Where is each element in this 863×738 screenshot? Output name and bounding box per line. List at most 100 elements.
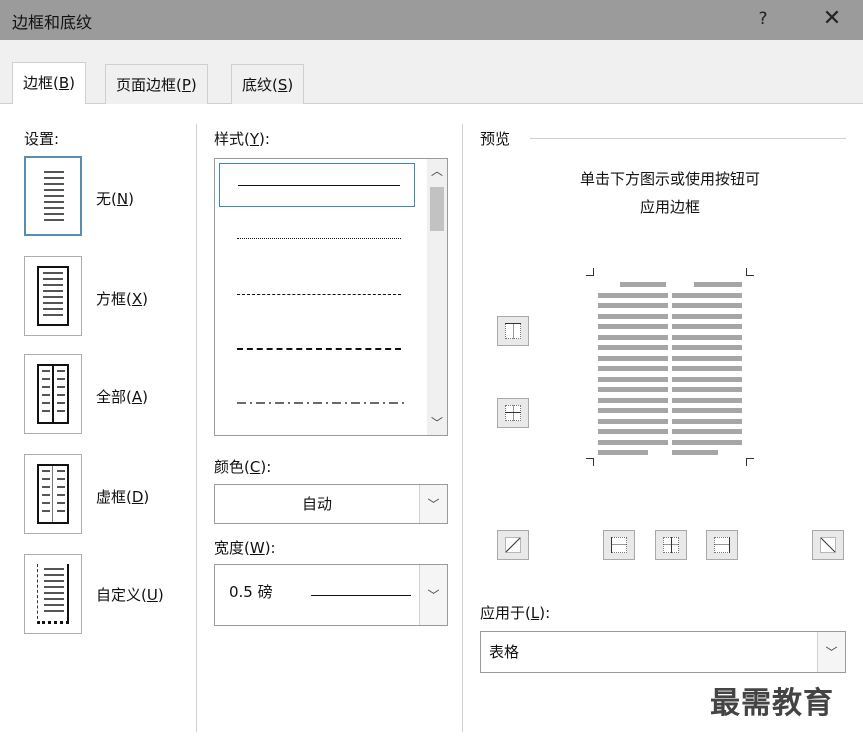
tab-shading[interactable]: 底纹(S) bbox=[231, 64, 305, 104]
line-style-dash-dot[interactable] bbox=[219, 381, 415, 425]
style-heading: 样式(Y): bbox=[214, 130, 270, 148]
tab-label: 边框( bbox=[23, 74, 59, 92]
watermark: 最需教育 bbox=[710, 686, 834, 721]
dropdown-button[interactable]: ﹀ bbox=[419, 565, 447, 625]
preview-text-line bbox=[598, 376, 668, 382]
setting-grid-label[interactable]: 虚框(D) bbox=[96, 486, 149, 507]
chevron-up-icon[interactable]: ︿ bbox=[427, 161, 447, 181]
preview-text-line bbox=[620, 282, 666, 287]
preview-text-line bbox=[672, 418, 742, 424]
preview-heading: 预览 bbox=[480, 130, 511, 148]
preview-text-line bbox=[598, 439, 668, 445]
preview-text-line bbox=[672, 366, 742, 371]
preview-text-line bbox=[672, 324, 742, 329]
preview-text-line bbox=[672, 429, 742, 434]
scroll-thumb[interactable] bbox=[430, 187, 444, 231]
preview-hint-line1: 单击下方图示或使用按钮可 bbox=[579, 170, 760, 188]
preview-text-line bbox=[598, 324, 668, 329]
setting-grid-thumb[interactable] bbox=[24, 454, 82, 534]
close-button[interactable]: ✕ bbox=[815, 4, 849, 34]
preview-text-line bbox=[672, 397, 742, 403]
preview-text-line bbox=[598, 303, 668, 308]
setting-none-thumb[interactable] bbox=[24, 156, 82, 236]
width-heading: 宽度(W): bbox=[214, 539, 276, 557]
preview-text-line bbox=[598, 397, 668, 403]
line-style-small-dash[interactable] bbox=[219, 273, 415, 317]
apply-to-value: 表格 bbox=[489, 643, 520, 661]
setting-box-label[interactable]: 方框(X) bbox=[96, 288, 148, 309]
width-select[interactable]: 0.5 磅 ﹀ bbox=[214, 564, 448, 626]
tab-label-end: ) bbox=[287, 76, 294, 94]
color-select[interactable]: 自动 ﹀ bbox=[214, 484, 448, 524]
preview-text-line bbox=[694, 282, 742, 287]
line-style-solid[interactable] bbox=[219, 163, 415, 207]
preview-group-line bbox=[530, 138, 846, 139]
preview-text-line bbox=[598, 313, 668, 319]
diagonal-down-border-button[interactable] bbox=[812, 530, 844, 560]
preview-text-line bbox=[598, 387, 668, 392]
help-button[interactable]: ? bbox=[748, 4, 778, 34]
setting-none-label[interactable]: 无(N) bbox=[96, 188, 134, 209]
right-border-button[interactable] bbox=[706, 530, 738, 560]
tab-label-end: ) bbox=[69, 74, 76, 92]
preview-text-line bbox=[598, 429, 668, 434]
preview-text-line bbox=[598, 418, 668, 424]
preview-text-line bbox=[672, 439, 742, 445]
setting-all-label[interactable]: 全部(A) bbox=[96, 386, 148, 407]
page-icon bbox=[38, 167, 70, 227]
setting-custom-thumb[interactable] bbox=[24, 554, 82, 634]
tab-accesskey: B bbox=[58, 74, 70, 92]
diagonal-up-border-button[interactable] bbox=[497, 530, 529, 560]
preview-text-line bbox=[598, 366, 668, 371]
tab-label: 页面边框( bbox=[116, 76, 182, 94]
preview-text-line bbox=[672, 408, 742, 413]
preview-text-line bbox=[672, 303, 742, 308]
preview-text-line bbox=[672, 355, 742, 361]
tab-page-borders[interactable]: 页面边框(P) bbox=[105, 64, 208, 104]
chevron-down-icon[interactable]: ﹀ bbox=[427, 413, 447, 433]
inside-horizontal-border-button[interactable] bbox=[497, 398, 529, 428]
line-style-list[interactable]: ︿ ﹀ bbox=[214, 158, 448, 436]
apply-to-select[interactable]: 表格 ﹀ bbox=[480, 631, 846, 673]
inside-vertical-border-button[interactable] bbox=[655, 530, 687, 560]
list-scrollbar[interactable]: ︿ ﹀ bbox=[427, 159, 447, 435]
dropdown-button[interactable]: ﹀ bbox=[817, 632, 845, 672]
line-style-dotted[interactable] bbox=[219, 217, 415, 261]
window-title: 边框和底纹 bbox=[12, 13, 93, 32]
preview-hint-line2: 应用边框 bbox=[639, 198, 700, 216]
tab-borders[interactable]: 边框(B) bbox=[12, 62, 87, 104]
page-icon bbox=[37, 564, 69, 624]
width-sample-line bbox=[311, 595, 411, 596]
chevron-down-icon: ﹀ bbox=[427, 588, 440, 603]
preview-text-line bbox=[672, 376, 742, 382]
width-value: 0.5 磅 bbox=[229, 583, 273, 601]
chevron-down-icon: ﹀ bbox=[825, 645, 838, 660]
color-value: 自动 bbox=[301, 495, 332, 513]
page-icon bbox=[37, 364, 69, 424]
dropdown-button[interactable]: ﹀ bbox=[419, 485, 447, 523]
left-border-button[interactable] bbox=[603, 530, 635, 560]
tab-label: 底纹( bbox=[242, 76, 278, 94]
tab-accesskey: S bbox=[277, 76, 288, 94]
setting-heading: 设置: bbox=[24, 130, 60, 148]
preview-text-line bbox=[672, 345, 742, 350]
apply-to-heading: 应用于(L): bbox=[480, 604, 551, 622]
preview-diagram[interactable] bbox=[580, 262, 760, 482]
separator bbox=[196, 124, 197, 732]
preview-text-line bbox=[598, 345, 668, 350]
line-style-dash[interactable] bbox=[219, 327, 415, 371]
preview-text-line bbox=[672, 387, 742, 392]
tab-label-end: ) bbox=[190, 76, 197, 94]
chevron-down-icon: ﹀ bbox=[427, 497, 440, 512]
setting-custom-label[interactable]: 自定义(U) bbox=[96, 584, 164, 605]
tab-accesskey: P bbox=[181, 76, 191, 94]
preview-text-line bbox=[672, 292, 742, 298]
setting-box-thumb[interactable] bbox=[24, 256, 82, 336]
preview-text-line bbox=[598, 292, 668, 298]
preview-text-line bbox=[598, 334, 668, 340]
preview-text-line bbox=[598, 408, 668, 413]
setting-all-thumb[interactable] bbox=[24, 354, 82, 434]
preview-text-line bbox=[598, 355, 668, 361]
top-border-button[interactable] bbox=[497, 316, 529, 346]
page-icon bbox=[37, 464, 69, 524]
